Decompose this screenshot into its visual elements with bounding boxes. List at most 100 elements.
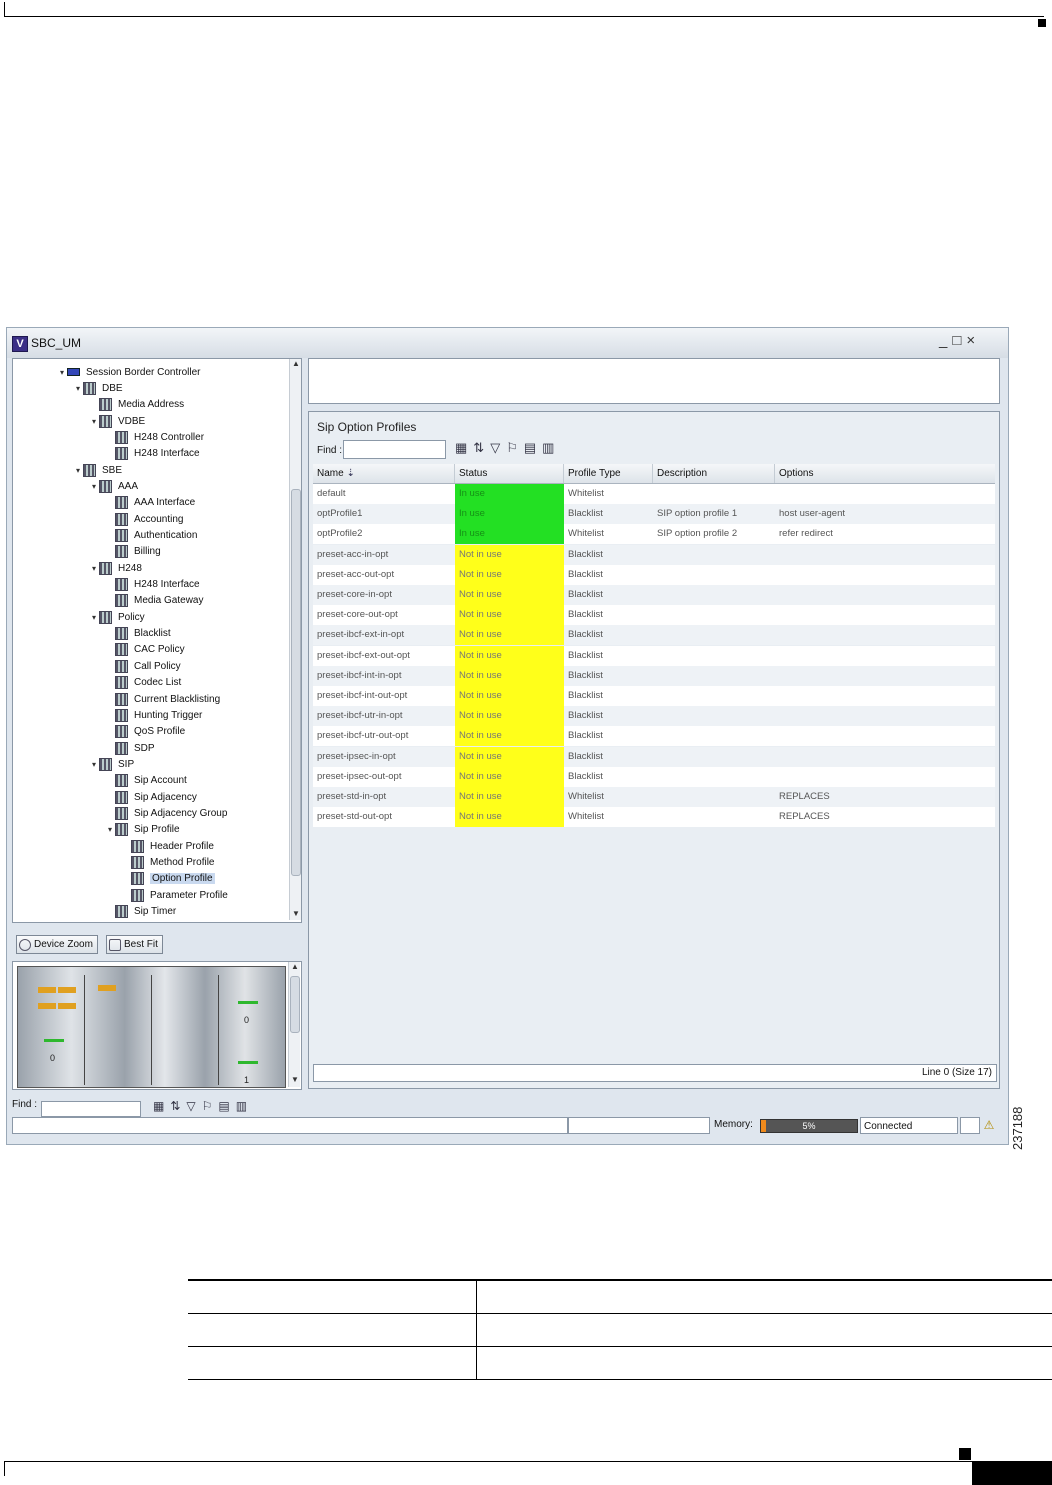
print-icon[interactable]: ▥ — [236, 1099, 253, 1113]
node-icon — [115, 823, 128, 837]
export-icon[interactable]: ▤ — [524, 440, 542, 455]
table-row[interactable]: optProfile1 In use Blacklist SIP option pro… — [313, 504, 995, 525]
tree-item[interactable]: Sip Adjacency — [105, 789, 197, 805]
table-icon[interactable]: ▦ — [153, 1099, 170, 1113]
tree-item[interactable]: Blacklist — [105, 626, 171, 642]
tree-item[interactable]: Media Address — [89, 397, 184, 413]
tree-item[interactable]: ▾ SBE — [73, 462, 122, 478]
column-header-description[interactable]: Description — [653, 464, 775, 483]
table-row[interactable]: default In use Whitelist — [313, 484, 995, 504]
table-icon[interactable]: ▦ — [455, 440, 473, 455]
table-row[interactable]: preset-std-out-opt Not in use Whitelist REP… — [313, 807, 995, 828]
expand-arrow-icon[interactable]: ▾ — [57, 368, 67, 377]
tree-item[interactable]: Header Profile — [121, 838, 214, 854]
sort-icon[interactable]: ⇅ — [473, 440, 490, 455]
scroll-up-icon[interactable]: ▲ — [291, 962, 299, 971]
expand-arrow-icon[interactable]: ▾ — [105, 825, 115, 834]
table-row[interactable]: preset-ibcf-utr-out-opt Not in use Blackli… — [313, 726, 995, 747]
find-input[interactable] — [343, 440, 446, 459]
scroll-down-icon[interactable]: ▼ — [292, 909, 300, 918]
tree-item[interactable]: H248 Controller — [105, 429, 204, 445]
table-row[interactable]: preset-acc-in-opt Not in use Blacklist — [313, 544, 995, 565]
close-button[interactable]: × — [966, 332, 980, 349]
tree-item[interactable]: Authentication — [105, 528, 197, 544]
tree-item[interactable]: AAA Interface — [105, 495, 195, 511]
expand-arrow-icon[interactable]: ▾ — [89, 482, 99, 491]
tree-item[interactable]: Sip Account — [105, 773, 187, 789]
table-rule — [188, 1379, 1052, 1380]
line-info-bar: Line 0 (Size 17) — [313, 1064, 997, 1082]
maximize-button[interactable]: □ — [952, 332, 966, 349]
expand-arrow-icon[interactable]: ▾ — [89, 760, 99, 769]
column-header-status[interactable]: Status — [455, 464, 564, 483]
tree-item[interactable]: SDP — [105, 740, 155, 756]
tree-item[interactable]: H248 Interface — [105, 577, 200, 593]
tree-item[interactable]: ▾ Sip Profile — [105, 822, 180, 838]
sort-icon[interactable]: ⇅ — [170, 1099, 186, 1113]
tree-item[interactable]: ▾ AAA — [89, 478, 138, 494]
tree-item[interactable]: QoS Profile — [105, 724, 185, 740]
advanced-filter-icon[interactable]: ⚐ — [506, 440, 524, 455]
table-row[interactable]: preset-ibcf-utr-in-opt Not in use Blacklis… — [313, 706, 995, 727]
tree-item[interactable]: Method Profile — [121, 855, 214, 871]
expand-arrow-icon[interactable]: ▾ — [89, 564, 99, 573]
column-header-profile-type[interactable]: Profile Type — [564, 464, 653, 483]
print-icon[interactable]: ▥ — [542, 440, 560, 455]
tree-item[interactable]: Hunting Trigger — [105, 707, 202, 723]
tree-item[interactable]: ▾ SIP — [89, 756, 134, 772]
table-row[interactable]: preset-std-in-opt Not in use Whitelist REPL… — [313, 787, 995, 807]
cell-description — [653, 605, 775, 625]
tree-item[interactable]: Current Blacklisting — [105, 691, 220, 707]
tree-item[interactable]: Sip Timer — [105, 904, 176, 920]
tree-item[interactable]: Option Profile — [121, 871, 215, 887]
expand-arrow-icon[interactable]: ▾ — [73, 384, 83, 393]
best-fit-button[interactable]: Best Fit — [106, 935, 163, 954]
table-row[interactable]: preset-ipsec-in-opt Not in use Blacklist — [313, 746, 995, 767]
table-row[interactable]: preset-ibcf-int-in-opt Not in use Blacklis… — [313, 665, 995, 686]
filter-icon[interactable]: ▽ — [490, 440, 506, 455]
device-scroll-thumb[interactable] — [290, 976, 300, 1033]
tree-item[interactable]: CAC Policy — [105, 642, 185, 658]
table-row[interactable]: optProfile2 In use Whitelist SIP option pro… — [313, 524, 995, 545]
cell-description — [653, 484, 775, 504]
node-icon — [115, 643, 128, 657]
filter-icon[interactable]: ▽ — [186, 1099, 201, 1113]
table-row[interactable]: preset-core-in-opt Not in use Blacklist — [313, 585, 995, 605]
column-header-options[interactable]: Options — [775, 464, 995, 483]
expand-arrow-icon[interactable]: ▾ — [89, 613, 99, 622]
tree-item[interactable]: Call Policy — [105, 658, 181, 674]
table-row[interactable]: preset-ipsec-out-opt Not in use Blacklist — [313, 766, 995, 787]
minimize-button[interactable]: _ — [939, 332, 952, 349]
tree-item[interactable]: Accounting — [105, 511, 183, 527]
tree-item[interactable]: ▾ DBE — [73, 380, 123, 396]
tree-item[interactable]: ▾ VDBE — [89, 413, 145, 429]
table-row[interactable]: preset-ibcf-int-out-opt Not in use Blackli… — [313, 686, 995, 706]
left-find-input[interactable] — [41, 1101, 141, 1117]
tree-item[interactable]: Billing — [105, 544, 161, 560]
table-row[interactable]: preset-core-out-opt Not in use Blacklist — [313, 605, 995, 626]
tree-item[interactable]: ▾ Policy — [89, 609, 145, 625]
tree-scroll-thumb[interactable] — [291, 489, 301, 876]
warning-icon[interactable]: ⚠ — [982, 1118, 996, 1132]
table-row[interactable]: preset-ibcf-ext-out-opt Not in use Blackli… — [313, 645, 995, 666]
export-icon[interactable]: ▤ — [218, 1099, 235, 1113]
device-scrollbar[interactable]: ▲ ▼ — [288, 962, 300, 1087]
advanced-filter-icon[interactable]: ⚐ — [202, 1099, 219, 1113]
tree-item[interactable]: Codec List — [105, 675, 181, 691]
device-view[interactable]: 0 0 1 ▲ ▼ — [12, 961, 302, 1090]
scroll-down-icon[interactable]: ▼ — [291, 1075, 299, 1084]
column-header-name[interactable]: Name ⇣ — [313, 464, 455, 483]
tree-item[interactable]: Sip Adjacency Group — [105, 805, 227, 821]
tree-item[interactable]: ▾ Session Border Controller — [57, 364, 201, 380]
table-row[interactable]: preset-ibcf-ext-in-opt Not in use Blacklis… — [313, 625, 995, 646]
table-row[interactable]: preset-acc-out-opt Not in use Blacklist — [313, 564, 995, 585]
device-zoom-button[interactable]: Device Zoom — [16, 935, 98, 954]
expand-arrow-icon[interactable]: ▾ — [73, 466, 83, 475]
expand-arrow-icon[interactable]: ▾ — [89, 417, 99, 426]
tree-item[interactable]: Media Gateway — [105, 593, 203, 609]
tree-item[interactable]: Parameter Profile — [121, 887, 228, 903]
tree-item[interactable]: ▾ H248 — [89, 560, 142, 576]
tree-scrollbar[interactable]: ▲ ▼ — [289, 359, 301, 920]
tree-item[interactable]: H248 Interface — [105, 446, 200, 462]
scroll-up-icon[interactable]: ▲ — [292, 359, 300, 368]
